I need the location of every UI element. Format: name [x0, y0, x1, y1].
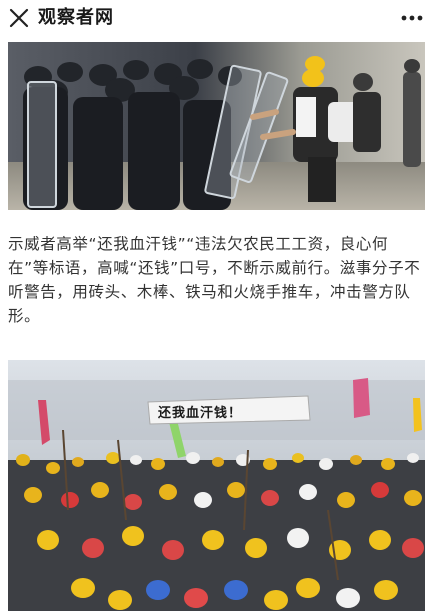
- top-navigation-bar: 观察者网: [0, 0, 437, 36]
- article-caption: 示威者高举“还我血汗钱”“违法欠农民工工资，良心何在”等标语，高喊“还钱”口号，…: [8, 235, 421, 325]
- banner-text: 还我血汗钱！: [157, 405, 242, 421]
- more-icon[interactable]: [399, 10, 425, 26]
- page-title: 观察者网: [38, 7, 114, 28]
- article-photo-police-clash: [8, 42, 425, 210]
- article-photo-protest-crowd: 还我血汗钱！: [8, 360, 425, 611]
- close-icon[interactable]: [8, 7, 30, 29]
